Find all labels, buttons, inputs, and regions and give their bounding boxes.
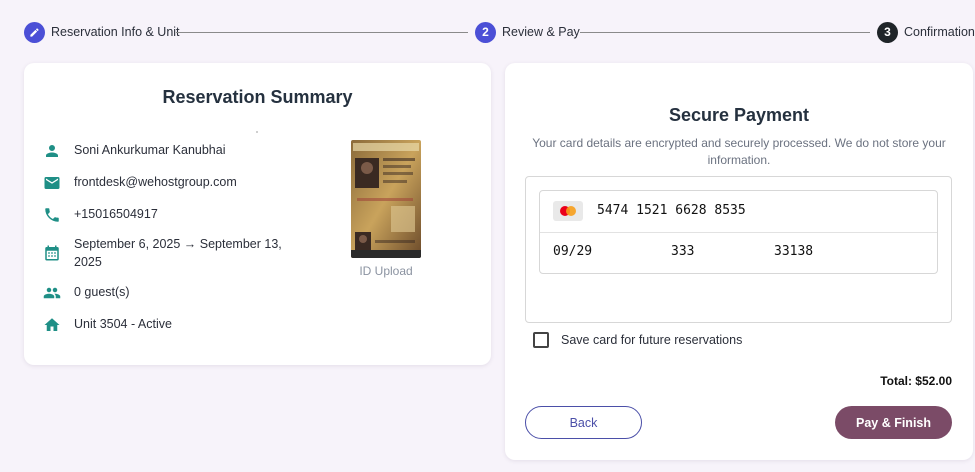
progress-stepper: Reservation Info & Unit 2 Review & Pay 3… bbox=[0, 0, 975, 64]
id-upload-image[interactable] bbox=[351, 140, 421, 258]
card-number-input[interactable]: 5474 1521 6628 8535 bbox=[597, 203, 746, 218]
unit: Unit 3504 - Active bbox=[74, 317, 172, 331]
save-card-checkbox[interactable] bbox=[533, 332, 549, 348]
phone: +15016504917 bbox=[74, 207, 158, 221]
step-reservation-info[interactable]: Reservation Info & Unit bbox=[24, 21, 180, 43]
guest-count: 0 guest(s) bbox=[74, 285, 130, 299]
calendar-icon bbox=[42, 243, 62, 263]
email-icon bbox=[42, 173, 62, 193]
email-row: frontdesk@wehostgroup.com bbox=[42, 173, 237, 193]
divider-dot bbox=[256, 131, 258, 133]
dates-row: September 6, 2025 → September 13, 2025 bbox=[42, 235, 284, 271]
step-connector bbox=[580, 32, 870, 33]
payment-title: Secure Payment bbox=[668, 105, 810, 125]
card-divider bbox=[540, 232, 937, 233]
save-card-row[interactable]: Save card for future reservations bbox=[533, 332, 742, 348]
dates: September 6, 2025 → September 13, 2025 bbox=[74, 237, 282, 269]
step-number: 2 bbox=[475, 21, 496, 43]
phone-row: +15016504917 bbox=[42, 205, 158, 225]
phone-icon bbox=[42, 205, 62, 225]
step-connector bbox=[176, 32, 468, 33]
id-upload-caption: ID Upload bbox=[359, 264, 413, 278]
cvc-input[interactable]: 333 bbox=[671, 244, 694, 259]
guest-name: Soni Ankurkumar Kanubhai bbox=[74, 143, 226, 157]
home-icon bbox=[42, 315, 62, 335]
expiry-input[interactable]: 09/29 bbox=[553, 244, 592, 259]
step-number: 3 bbox=[877, 21, 898, 43]
pay-finish-button[interactable]: Pay & Finish bbox=[835, 406, 952, 439]
save-card-label[interactable]: Save card for future reservations bbox=[561, 333, 742, 347]
person-icon bbox=[42, 141, 62, 161]
guests-row: 0 guest(s) bbox=[42, 283, 130, 303]
summary-title: Reservation Summary bbox=[162, 87, 353, 107]
group-icon bbox=[42, 283, 62, 303]
mastercard-icon bbox=[553, 201, 583, 221]
card-input-group: 5474 1521 6628 8535 09/29 333 33138 bbox=[539, 190, 938, 274]
secure-payment-card: Secure Payment Your card details are enc… bbox=[505, 63, 973, 460]
card-element-container: 5474 1521 6628 8535 09/29 333 33138 bbox=[525, 176, 952, 323]
step-label: Confirmation bbox=[904, 25, 975, 39]
step-label: Review & Pay bbox=[502, 25, 580, 39]
reservation-summary-card: Reservation Summary Soni Ankurkumar Kanu… bbox=[24, 63, 491, 365]
email: frontdesk@wehostgroup.com bbox=[74, 175, 237, 189]
step-review-pay[interactable]: 2 Review & Pay bbox=[475, 21, 580, 43]
zip-input[interactable]: 33138 bbox=[774, 244, 813, 259]
back-button[interactable]: Back bbox=[525, 406, 642, 439]
step-confirmation[interactable]: 3 Confirmation bbox=[877, 21, 975, 43]
payment-subtitle: Your card details are encrypted and secu… bbox=[532, 136, 946, 167]
pencil-icon bbox=[24, 21, 45, 43]
total-amount: Total: $52.00 bbox=[880, 374, 952, 388]
unit-row: Unit 3504 - Active bbox=[42, 315, 172, 335]
guest-name-row: Soni Ankurkumar Kanubhai bbox=[42, 141, 225, 161]
step-label: Reservation Info & Unit bbox=[51, 25, 180, 39]
